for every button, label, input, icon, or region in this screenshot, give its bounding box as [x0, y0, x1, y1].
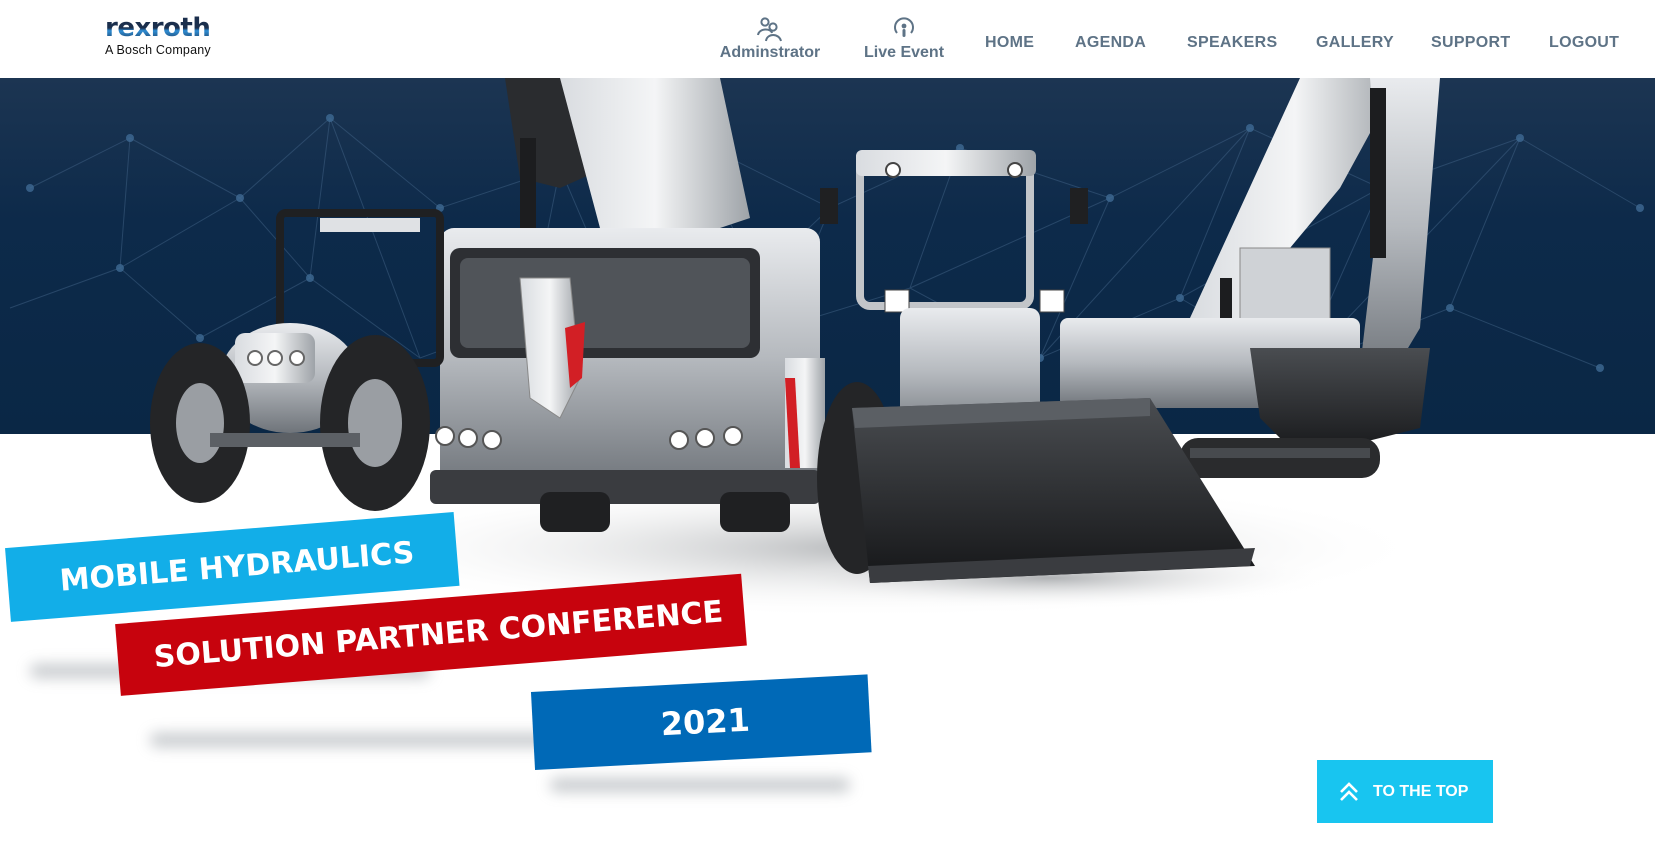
banner-shadow: [550, 778, 850, 792]
nav-agenda[interactable]: AGENDA: [1075, 34, 1146, 52]
nav-gallery[interactable]: GALLERY: [1316, 34, 1394, 52]
nav-live-event[interactable]: Live Event: [860, 16, 948, 62]
nav-administrator-label: Adminstrator: [719, 44, 821, 61]
to-the-top-label: TO THE TOP: [1373, 782, 1469, 800]
users-icon: [757, 17, 782, 42]
logo-wordmark: rexroth: [105, 14, 225, 42]
banner-line-3: 2021: [659, 700, 751, 744]
nav-administrator[interactable]: Adminstrator: [712, 16, 828, 62]
to-the-top-button[interactable]: TO THE TOP: [1317, 760, 1493, 823]
nav-speakers[interactable]: SPEAKERS: [1187, 34, 1277, 52]
nav-logout[interactable]: LOGOUT: [1549, 34, 1619, 52]
banner-line-1: MOBILE HYDRAULICS: [58, 534, 416, 599]
nav-support[interactable]: SUPPORT: [1431, 34, 1510, 52]
nav-live-event-label: Live Event: [863, 44, 945, 61]
nav-home[interactable]: HOME: [985, 34, 1034, 52]
logo-tagline: A Bosch Company: [105, 43, 211, 57]
rexroth-logo[interactable]: rexroth A Bosch Company: [105, 14, 225, 62]
hero-banner: MOBILE HYDRAULICS SOLUTION PARTNER CONFE…: [0, 78, 1655, 856]
double-chevron-up-icon: [1340, 781, 1358, 801]
site-header: rexroth A Bosch Company Adminstrator Liv…: [0, 0, 1655, 78]
crane-truck-illustration: [430, 78, 825, 532]
podcast-icon: [894, 17, 914, 37]
tractor-illustration: [150, 209, 444, 511]
